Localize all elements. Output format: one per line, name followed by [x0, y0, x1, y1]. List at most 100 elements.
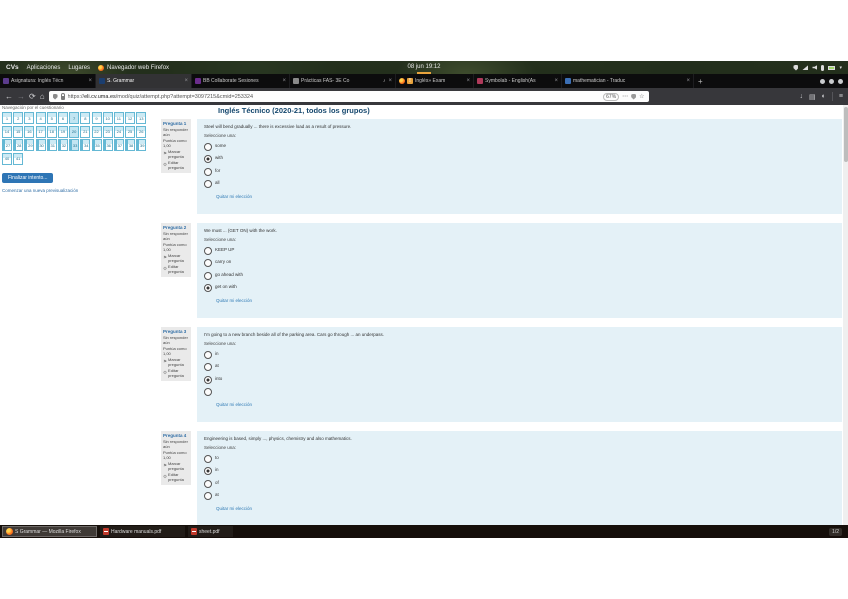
question-nav-button-1[interactable]: 1	[2, 112, 12, 124]
finish-attempt-button[interactable]: Finalizar intento...	[2, 173, 53, 183]
taskbar-window-3[interactable]: sheet.pdf	[188, 526, 233, 537]
question-nav-button-5[interactable]: 5	[47, 112, 57, 124]
radio-button[interactable]	[204, 467, 212, 475]
clock[interactable]: 08 jun 19:12	[407, 64, 440, 70]
answer-option-1[interactable]: in	[204, 351, 835, 359]
answer-option-4[interactable]	[204, 388, 835, 396]
zoom-level-badge[interactable]: 67%	[603, 93, 619, 101]
question-nav-button-27[interactable]: 27	[2, 139, 12, 151]
radio-button[interactable]	[204, 259, 212, 267]
edit-question-row[interactable]: ⚙Editar pregunta	[163, 368, 189, 379]
tab-close-icon[interactable]: ×	[184, 78, 188, 84]
close-button[interactable]	[838, 79, 843, 84]
question-nav-button-22[interactable]: 22	[92, 126, 102, 138]
menu-lugares[interactable]: Lugares	[68, 65, 90, 71]
taskbar-window-1[interactable]: S Grammar — Mozilla Firefox	[2, 526, 97, 537]
question-nav-button-41[interactable]: 41	[13, 153, 23, 165]
menu-aplicaciones[interactable]: Aplicaciones	[27, 65, 61, 71]
hamburger-menu-icon[interactable]: ≡	[839, 93, 843, 100]
question-nav-button-19[interactable]: 19	[58, 126, 68, 138]
clear-choice-link[interactable]: Quitar mi elección	[216, 506, 835, 511]
question-nav-button-12[interactable]: 12	[125, 112, 135, 124]
reload-button[interactable]: ⟳	[29, 93, 36, 101]
tab-6[interactable]: Symbolab - English(As×	[474, 74, 562, 88]
bookmark-star-icon[interactable]: ☆	[639, 93, 644, 100]
scrollbar-thumb[interactable]	[844, 107, 848, 162]
answer-option-4[interactable]: get on with	[204, 284, 835, 292]
taskbar-window-2[interactable]: Hardware manuals.pdf	[100, 526, 185, 537]
tab-audio-icon[interactable]: ♪	[383, 78, 386, 84]
question-nav-button-23[interactable]: 23	[103, 126, 113, 138]
url-bar[interactable]: https://eli.cv.uma.es/mod/quiz/attempt.p…	[49, 91, 649, 102]
tab-close-icon[interactable]: ×	[282, 78, 286, 84]
clear-choice-link[interactable]: Quitar mi elección	[216, 298, 835, 303]
answer-option-3[interactable]: of	[204, 480, 835, 488]
flag-question-row[interactable]: ⚑Marcar pregunta	[163, 253, 189, 264]
radio-button[interactable]	[204, 480, 212, 488]
flag-question-row[interactable]: ⚑Marcar pregunta	[163, 149, 189, 160]
tab-1[interactable]: Asignatura: Inglés Técn×	[0, 74, 96, 88]
question-nav-button-18[interactable]: 18	[47, 126, 57, 138]
page-actions-icon[interactable]: ⋯	[622, 93, 628, 100]
question-nav-button-25[interactable]: 25	[125, 126, 135, 138]
edit-question-link[interactable]: Editar pregunta	[168, 160, 189, 171]
flag-question-row[interactable]: ⚑Marcar pregunta	[163, 461, 189, 472]
radio-button[interactable]	[204, 388, 212, 396]
edit-question-row[interactable]: ⚙Editar pregunta	[163, 472, 189, 483]
lock-icon[interactable]	[61, 96, 65, 100]
question-nav-button-26[interactable]: 26	[136, 126, 146, 138]
radio-button[interactable]	[204, 492, 212, 500]
edit-question-row[interactable]: ⚙Editar pregunta	[163, 264, 189, 275]
question-nav-button-34[interactable]: 34	[80, 139, 90, 151]
sidebars-icon[interactable]: ◐	[822, 93, 826, 100]
radio-button[interactable]	[204, 363, 212, 371]
tab-close-icon[interactable]: ×	[686, 78, 690, 84]
answer-option-3[interactable]: for	[204, 168, 835, 176]
active-app-indicator[interactable]: Navegador web Firefox	[98, 65, 169, 71]
question-nav-button-33[interactable]: 33	[69, 139, 79, 151]
edit-question-row[interactable]: ⚙Editar pregunta	[163, 160, 189, 171]
question-nav-button-17[interactable]: 17	[36, 126, 46, 138]
question-nav-button-40[interactable]: 40	[2, 153, 12, 165]
question-nav-button-9[interactable]: 9	[92, 112, 102, 124]
tab-2[interactable]: S. Grammar×	[96, 74, 192, 88]
answer-option-3[interactable]: go ahead with	[204, 272, 835, 280]
radio-button[interactable]	[204, 143, 212, 151]
tab-7[interactable]: mathematician - Traduc×	[562, 74, 694, 88]
question-nav-button-6[interactable]: 6	[58, 112, 68, 124]
question-nav-button-29[interactable]: 29	[24, 139, 34, 151]
new-preview-link[interactable]: Comenzar una nueva previsualización	[2, 188, 160, 193]
pocket-icon[interactable]	[631, 94, 636, 100]
question-nav-button-3[interactable]: 3	[24, 112, 34, 124]
question-nav-button-10[interactable]: 10	[103, 112, 113, 124]
radio-button[interactable]	[204, 272, 212, 280]
home-button[interactable]: ⌂	[40, 93, 45, 101]
question-nav-button-37[interactable]: 37	[114, 139, 124, 151]
flag-question-link[interactable]: Marcar pregunta	[168, 357, 189, 368]
question-nav-button-4[interactable]: 4	[36, 112, 46, 124]
tab-4[interactable]: Prácticas FAS- 3E Co♪×	[290, 74, 396, 88]
page-scrollbar[interactable]	[843, 105, 848, 525]
question-nav-button-13[interactable]: 13	[136, 112, 146, 124]
answer-option-2[interactable]: carry on	[204, 259, 835, 267]
new-tab-button[interactable]: +	[694, 74, 707, 88]
radio-button[interactable]	[204, 284, 212, 292]
edit-question-link[interactable]: Editar pregunta	[168, 264, 189, 275]
downloads-icon[interactable]: ↓	[800, 93, 804, 100]
radio-button[interactable]	[204, 455, 212, 463]
question-nav-button-32[interactable]: 32	[58, 139, 68, 151]
question-nav-button-8[interactable]: 8	[80, 112, 90, 124]
clear-choice-link[interactable]: Quitar mi elección	[216, 402, 835, 407]
flag-question-link[interactable]: Marcar pregunta	[168, 461, 189, 472]
radio-button[interactable]	[204, 155, 212, 163]
edit-question-link[interactable]: Editar pregunta	[168, 368, 189, 379]
edit-question-link[interactable]: Editar pregunta	[168, 472, 189, 483]
url-text[interactable]: https://eli.cv.uma.es/mod/quiz/attempt.p…	[68, 94, 254, 100]
tab-3[interactable]: BB Collaborate Sesiones×	[192, 74, 290, 88]
radio-button[interactable]	[204, 376, 212, 384]
flag-question-row[interactable]: ⚑Marcar pregunta	[163, 357, 189, 368]
back-button[interactable]: ←	[5, 93, 13, 101]
tab-close-icon[interactable]: ×	[466, 78, 470, 84]
question-nav-button-16[interactable]: 16	[24, 126, 34, 138]
tracking-protection-icon[interactable]	[53, 94, 58, 100]
